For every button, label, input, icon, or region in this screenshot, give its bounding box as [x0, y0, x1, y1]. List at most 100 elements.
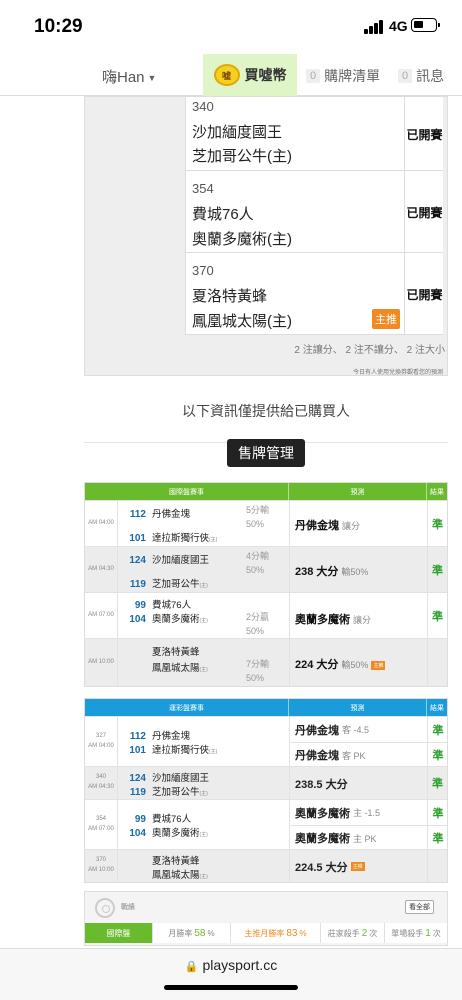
url-text: playsport.cc [202, 957, 278, 973]
prediction-type: 讓分 [353, 615, 372, 625]
cart-list-link[interactable]: 0 購牌清單 [306, 66, 380, 86]
away-team: 沙加緬度國王 [192, 124, 283, 141]
teams-cell: 99 費城76人 104 奧蘭多魔術(主) 2分贏 50% [117, 593, 289, 638]
team-name: 夏洛特黃蜂 [152, 647, 200, 658]
table-row: 340 AM 04:30 124 沙加緬度國王 119 芝加哥公牛(主) 238.5 … [85, 766, 447, 799]
teams-cell: 99 費城76人 104 奧蘭多魔術(主) [117, 800, 289, 849]
prediction-value: 238.5 大分 [290, 771, 428, 796]
odds: 2分贏 50% [246, 611, 269, 639]
game-time: AM 10:00 [88, 867, 114, 873]
main-pick-badge: 主推 [372, 309, 400, 329]
home-marker: (主) [209, 537, 218, 543]
game-time: AM 07:00 [88, 825, 114, 832]
odds-line: 2分贏 [246, 612, 270, 622]
team-line: 119 芝加哥公牛(主) [118, 576, 208, 590]
prediction-value: 238 大分 輸50% [295, 563, 368, 579]
prediction-pick: 238 大分 [295, 566, 339, 578]
table-row: 327 AM 04:00 112 丹佛金塊 101 達拉斯獨行俠(主) 丹佛金塊客 -… [85, 716, 448, 766]
team-name: 沙加緬度國王 [152, 555, 210, 566]
prediction-pick: 238.5 大分 [295, 778, 348, 791]
team-number: 112 [129, 731, 146, 742]
game-time-cell: 327 AM 04:00 [85, 717, 117, 766]
prediction-row: 340 沙加緬度國王 芝加哥公牛(主) 已開賽 [185, 97, 443, 171]
odds: 4分輸 50% [246, 550, 269, 578]
game-time-cell: 354 AM 07:00 [85, 800, 117, 849]
caret-down-icon: ▼ [147, 73, 157, 84]
prediction-value: 奧蘭多魔術主 -1.5 [290, 800, 428, 825]
team-number: 124 [129, 555, 146, 566]
team-line: 夏洛特黃蜂 [118, 644, 200, 658]
game-time: AM 04:30 [88, 565, 114, 572]
odds-pct: 50% [246, 518, 265, 529]
result-value: 準 [428, 825, 448, 850]
record-tab-intl[interactable]: 國際盤 [85, 923, 153, 943]
teams-cell: 124 沙加緬度國王 119 芝加哥公牛(主) 4分輸 50% [117, 547, 289, 592]
monthly-win-rate: 月勝率 58% [153, 923, 231, 943]
address-bar[interactable]: 🔒 playsport.cc [0, 957, 462, 973]
stat-value: 83 [286, 927, 298, 939]
main-pick-badge: 主推 [371, 660, 386, 670]
home-marker: (主) [199, 667, 208, 673]
teams-cell: 夏洛特黃蜂 鳳凰城太陽(主) [117, 850, 289, 882]
game-time: AM 04:00 [88, 519, 114, 526]
away-team: 費城76人 [192, 206, 254, 223]
team-line: 99 費城76人 [118, 811, 191, 825]
result-cell: 準 準 [427, 800, 448, 850]
home-marker: (主) [199, 791, 208, 797]
result-cell: 準 準 [427, 717, 448, 766]
game-time: AM 04:00 [88, 742, 114, 749]
team-number: 101 [129, 533, 146, 544]
prediction-row: 370 夏洛特黃蜂 鳳凰城太陽(主) 主推 已開賽 [185, 253, 443, 335]
team-name: 夏洛特黃蜂 [152, 856, 200, 867]
game-number: 340 [192, 99, 214, 114]
browser-bottom-bar: 🔒 playsport.cc [0, 948, 462, 1000]
prediction-cell: 224.5 大分 主推 [289, 850, 427, 882]
team-name: 鳳凰城太陽 [152, 870, 200, 881]
buy-coins-button[interactable]: 噓 買噓幣 [203, 54, 297, 96]
view-all-button[interactable]: 看全部 [405, 900, 434, 914]
messages-link[interactable]: 0 訊息 [398, 66, 444, 86]
team-name: 奧蘭多魔術 [152, 828, 200, 839]
result-value: 準 [432, 724, 444, 737]
prediction-pick: 奧蘭多魔術 [295, 833, 350, 845]
team-line: 124 沙加緬度國王 [118, 552, 209, 566]
team-name: 達拉斯獨行俠 [152, 533, 210, 544]
status-bar: 10:29 4G [0, 0, 462, 54]
team-number: 119 [129, 787, 146, 798]
user-menu[interactable]: 嗨Han ▼ [102, 66, 156, 87]
team-number: 119 [129, 579, 146, 590]
stat-unit: 次 [369, 928, 378, 938]
game-number: 327 [95, 732, 106, 739]
team-name: 達拉斯獨行俠 [152, 745, 210, 756]
prediction-line: 主 -1.5 [353, 808, 381, 818]
team-line: 112 丹佛金塊 [118, 728, 190, 742]
prediction-cell: 奧蘭多魔術主 -1.5 奧蘭多魔術主 PK [289, 800, 428, 849]
team-name: 丹佛金塊 [152, 509, 191, 520]
record-title: 戰績 [121, 904, 135, 911]
main-pick-badge: 主推 [350, 862, 365, 871]
team-line: 鳳凰城太陽(主) [118, 867, 208, 881]
team-name: 沙加緬度國王 [152, 773, 210, 784]
cart-list-label: 購牌清單 [324, 68, 381, 84]
message-count-badge: 0 [398, 69, 413, 83]
stat-unit: % [299, 928, 307, 938]
home-indicator[interactable] [164, 985, 298, 990]
stat-label: 單場殺手 [391, 928, 424, 938]
home-team: 芝加哥公牛(主) [192, 148, 292, 165]
buy-coins-label: 買噓幣 [244, 67, 287, 83]
column-header: 結果 [430, 704, 444, 712]
main-content: 340 沙加緬度國王 芝加哥公牛(主) 已開賽 354 費城76人 奧蘭多魔術(… [0, 96, 462, 948]
record-panel: 戰績 看全部 國際盤 月勝率 58% 主推月勝率 83% 莊家殺手 2 次 單場殺手 1 次 [84, 891, 448, 946]
lock-icon: 🔒 [184, 961, 199, 973]
prediction-value: 奧蘭多魔術 讓分 [295, 611, 371, 627]
result-cell: 準 [427, 501, 447, 546]
game-number: 340 [95, 774, 106, 781]
target-icon [95, 898, 115, 918]
home-marker: (主) [209, 749, 218, 755]
sales-management-button[interactable]: 售牌管理 [227, 439, 305, 467]
game-status: 已開賽 [404, 171, 444, 253]
teams-cell: 112 丹佛金塊 101 達拉斯獨行俠(主) 5分輸 50% [117, 501, 289, 546]
column-header: 預測 [289, 483, 427, 500]
voucher-note: 今日有人使用兌換券觀看您的預測 [352, 370, 443, 376]
prediction-cell: 奧蘭多魔術 讓分 [289, 593, 427, 638]
